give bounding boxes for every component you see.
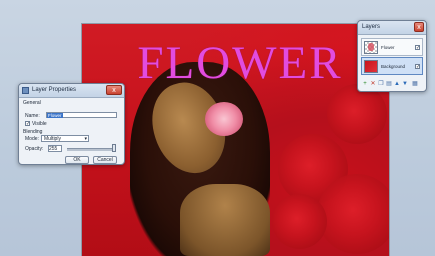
delete-layer-icon[interactable]: ✕ bbox=[370, 81, 376, 87]
image-canvas[interactable]: FLOWER bbox=[82, 24, 389, 256]
visible-checkbox[interactable]: ✓ bbox=[25, 121, 30, 127]
chevron-down-icon: ▾ bbox=[84, 136, 87, 142]
ok-button[interactable]: OK bbox=[65, 156, 89, 164]
rose-decoration bbox=[317, 174, 389, 254]
close-icon[interactable]: x bbox=[414, 22, 424, 32]
close-icon[interactable]: x bbox=[106, 85, 122, 95]
blending-section-label: Blending bbox=[23, 129, 43, 135]
layer-row-flower[interactable]: Flower ✓ bbox=[361, 38, 423, 56]
layer-visibility-checkbox[interactable]: ✓ bbox=[415, 64, 420, 70]
layer-properties-body: General Name: Flower ✓ Visible Blending … bbox=[19, 98, 124, 166]
layer-thumbnail bbox=[364, 41, 378, 54]
layer-thumbnail bbox=[364, 60, 378, 73]
layer-name: Flower bbox=[381, 45, 395, 50]
layers-panel: Layers x Flower ✓ Background ✓ + ✕ ❐ ▤ ▲… bbox=[357, 20, 427, 92]
layer-name-value: Flower bbox=[47, 113, 63, 118]
opacity-slider-thumb[interactable] bbox=[112, 144, 116, 152]
merge-layer-icon[interactable]: ▤ bbox=[386, 81, 392, 87]
move-up-icon[interactable]: ▲ bbox=[394, 81, 400, 87]
pink-flower bbox=[205, 102, 243, 136]
app-icon bbox=[22, 87, 29, 94]
canvas-title-text: FLOWER bbox=[137, 37, 343, 89]
rose-decoration bbox=[272, 194, 327, 249]
layer-properties-titlebar[interactable]: Layer Properties x bbox=[19, 84, 124, 98]
opacity-label: Opacity: bbox=[25, 146, 44, 152]
general-section-label: General bbox=[23, 100, 41, 106]
opacity-value: 255 bbox=[49, 146, 58, 152]
layer-row-background[interactable]: Background ✓ bbox=[361, 57, 423, 75]
shoulder-shape bbox=[180, 184, 270, 256]
mode-label: Mode: bbox=[25, 136, 39, 142]
properties-icon[interactable]: ▦ bbox=[412, 81, 418, 87]
cancel-button[interactable]: Cancel bbox=[93, 156, 117, 164]
blend-mode-select[interactable]: Multiply ▾ bbox=[41, 135, 89, 142]
layer-properties-dialog: Layer Properties x General Name: Flower … bbox=[18, 83, 125, 165]
layer-visibility-checkbox[interactable]: ✓ bbox=[415, 45, 420, 51]
layer-name: Background bbox=[381, 64, 406, 69]
rose-decoration bbox=[327, 84, 387, 144]
layer-name-input[interactable]: Flower bbox=[46, 112, 117, 118]
move-down-icon[interactable]: ▼ bbox=[402, 81, 408, 87]
opacity-slider-track[interactable] bbox=[67, 148, 113, 151]
visible-label: Visible bbox=[32, 121, 47, 127]
layers-titlebar[interactable]: Layers x bbox=[358, 21, 426, 35]
opacity-stepper[interactable]: 255 bbox=[48, 145, 62, 152]
add-layer-icon[interactable]: + bbox=[362, 81, 368, 87]
blend-mode-value: Multiply bbox=[44, 136, 61, 142]
duplicate-layer-icon[interactable]: ❐ bbox=[378, 81, 384, 87]
name-label: Name: bbox=[25, 113, 40, 119]
layers-panel-title: Layers bbox=[362, 24, 381, 30]
dialog-title: Layer Properties bbox=[32, 87, 77, 93]
